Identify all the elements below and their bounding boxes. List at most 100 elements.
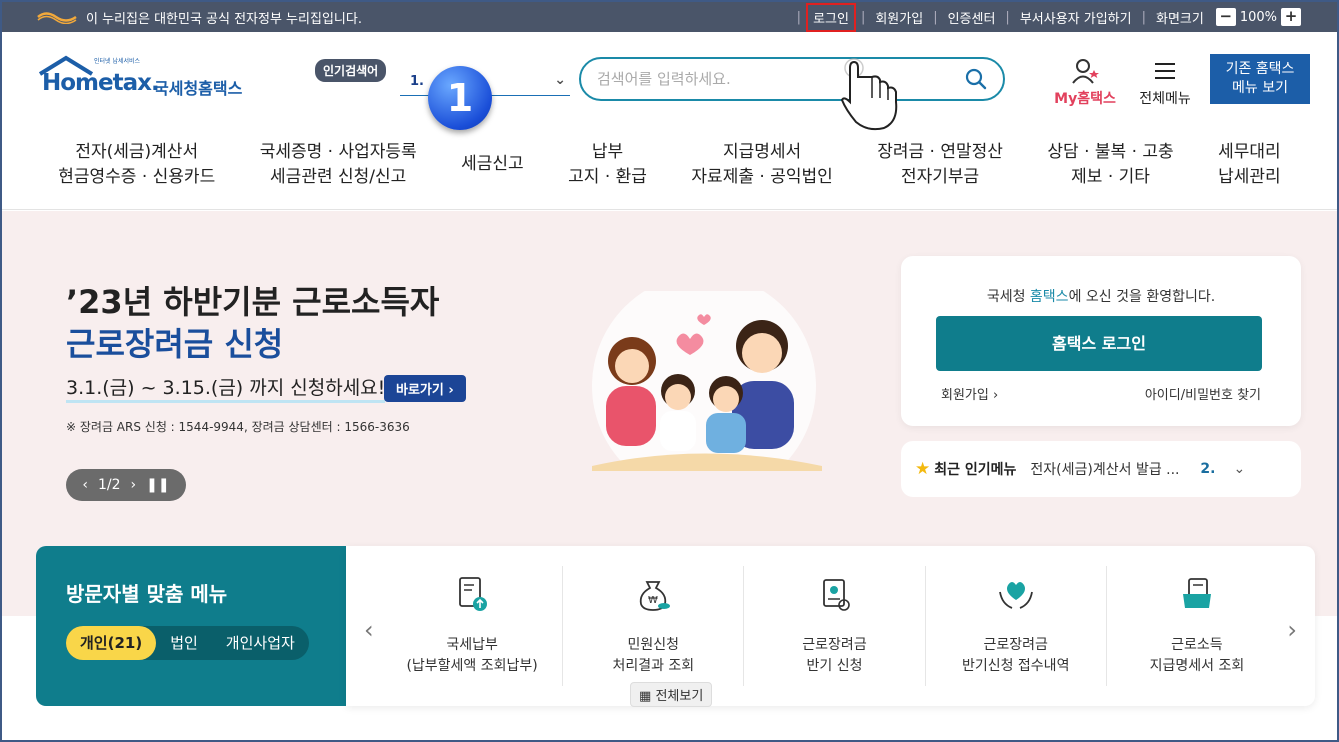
- logo-small-text: 인터넷 납세서비스: [94, 58, 141, 65]
- nav-label: 자료제출 · 공익법인: [691, 167, 833, 187]
- zoom-out-button[interactable]: −: [1215, 8, 1236, 26]
- chevron-down-icon: ⌄: [554, 72, 566, 88]
- quick-menu-panel: ‹ › 국세납부 (납부할세액 조회납부) ₩ 민원신청 처리결과 조회 근로장…: [346, 546, 1315, 707]
- popular-menu-item[interactable]: 전자(세금)계산서 발급 ...: [1030, 459, 1190, 479]
- nav-label: 전자기부금: [900, 167, 980, 187]
- divider: |: [860, 9, 866, 25]
- hometax-login-button[interactable]: 홈택스 로그인: [936, 316, 1262, 371]
- quick-item-label: (납부할세액 조회납부): [406, 658, 538, 674]
- old-home-line1: 기존 홈택스: [1225, 61, 1295, 77]
- all-menu-button[interactable]: 전체메뉴: [1134, 58, 1196, 108]
- zoom-value: 100%: [1239, 9, 1277, 25]
- quick-item-incentive-apply[interactable]: 근로장려금 반기 신청: [744, 566, 926, 686]
- nav-tax-filing[interactable]: 세금신고: [461, 132, 524, 209]
- nav-label: 세금신고: [461, 154, 524, 174]
- popular-menu-title: 최근 인기메뉴: [934, 462, 1017, 478]
- popular-search-label: 인기검색어: [315, 59, 387, 82]
- quick-item-income-statement[interactable]: 근로소득 지급명세서 조회: [1107, 566, 1287, 686]
- zoom-control: − 100% +: [1215, 8, 1301, 26]
- hero-title-line2: 근로장려금 신청: [66, 325, 284, 363]
- certificate-icon: [822, 579, 850, 611]
- quick-item-incentive-status[interactable]: 근로장려금 반기신청 접수내역: [926, 566, 1107, 686]
- nav-label: 제보 · 기타: [1071, 167, 1150, 187]
- welcome-prefix: 국세청: [986, 289, 1030, 305]
- view-all-button[interactable]: ▦ 전체보기: [630, 682, 713, 707]
- quick-item-label: 국세납부: [446, 637, 498, 653]
- grid-icon: ▦: [639, 689, 652, 704]
- hero-note: ※ 장려금 ARS 신청 : 1544-9944, 장려금 상담센터 : 156…: [66, 420, 410, 434]
- old-hometax-menu-button[interactable]: 기존 홈택스 메뉴 보기: [1210, 54, 1310, 104]
- divider: |: [1005, 9, 1010, 25]
- top-cert-center-link[interactable]: 인증센터: [948, 8, 996, 27]
- heart-hands-icon: [998, 582, 1033, 609]
- chevron-right-icon[interactable]: ›: [131, 477, 137, 493]
- visitor-menu-title: 방문자별 맞춤 메뉴: [66, 582, 228, 606]
- screen-size-label: 화면크기: [1155, 11, 1204, 27]
- user-icon: [1072, 59, 1099, 84]
- nav-payment[interactable]: 납부고지 · 환급: [568, 132, 647, 209]
- my-label-prefix: My: [1054, 91, 1078, 107]
- nav-incentive[interactable]: 장려금 · 연말정산 전자기부금: [877, 132, 1003, 209]
- top-dept-user-join-link[interactable]: 부서사용자 가입하기: [1020, 8, 1132, 27]
- tab-individual[interactable]: 개인(21): [66, 626, 157, 660]
- nav-tax-agent[interactable]: 세무대리납세관리: [1218, 132, 1281, 209]
- nav-label: 세금관련 신청/신고: [270, 167, 407, 187]
- all-menu-label: 전체메뉴: [1139, 91, 1191, 107]
- chevron-down-icon[interactable]: ⌄: [1233, 461, 1245, 477]
- quick-item-label: 근로장려금: [802, 637, 867, 653]
- popular-search-value: 1.: [410, 74, 424, 89]
- nav-tax-certificate[interactable]: 국세증명 · 사업자등록세금관련 신청/신고: [260, 132, 417, 209]
- popular-menu-bar: ★ 최근 인기메뉴 전자(세금)계산서 발급 ... 2. ⌄: [901, 441, 1301, 497]
- gov-notice: 이 누리집은 대한민국 공식 전자정부 누리집입니다.: [86, 11, 362, 27]
- chevron-left-icon[interactable]: ‹: [82, 477, 88, 493]
- star-icon: ★: [915, 459, 931, 479]
- nav-label: 세무대리: [1218, 142, 1281, 162]
- step-number-badge: 1: [428, 66, 492, 130]
- folder-document-icon: [1182, 578, 1211, 608]
- search-bar: [579, 57, 1005, 101]
- hero-period: 3.1.(금) ~ 3.15.(금) 까지 신청하세요!: [66, 373, 386, 403]
- carousel-pager: ‹ 1/2 › ❚❚: [66, 469, 186, 501]
- hometax-logo[interactable]: 인터넷 납세서비스 Hometax. 국세청홈택스: [36, 54, 256, 102]
- nav-payment-statement[interactable]: 지급명세서 자료제출 · 공익법인: [691, 132, 832, 209]
- tab-corporation[interactable]: 법인: [156, 626, 212, 660]
- money-bag-icon: ₩: [640, 581, 671, 611]
- nav-e-invoice[interactable]: 전자(세금)계산서 현금영수증 · 신용카드: [58, 132, 215, 209]
- nav-label: 납세관리: [1218, 167, 1281, 187]
- pointer-hand-icon: [840, 58, 898, 131]
- visitor-menu-panel: 방문자별 맞춤 메뉴 개인(21) 법인 개인사업자: [36, 546, 346, 706]
- nav-label: 국세증명 · 사업자등록: [259, 142, 417, 162]
- chevron-right-icon[interactable]: ›: [1287, 616, 1297, 644]
- nav-label: 고지 · 환급: [568, 167, 647, 187]
- quick-item-label: 반기 신청: [806, 658, 863, 674]
- logo-text: Hometax.: [42, 70, 160, 96]
- pause-icon[interactable]: ❚❚: [146, 477, 169, 493]
- divider: |: [796, 9, 802, 25]
- nav-consulting[interactable]: 상담 · 불복 · 고충 제보 · 기타: [1047, 132, 1173, 209]
- hero-go-button[interactable]: 바로가기 ›: [384, 375, 466, 402]
- zoom-in-button[interactable]: +: [1281, 8, 1301, 26]
- nav-label: 전자(세금)계산서: [75, 142, 199, 162]
- search-input[interactable]: [597, 70, 965, 88]
- site-header: 인터넷 납세서비스 Hometax. 국세청홈택스 인기검색어 1. ⌄ 1 M…: [2, 32, 1337, 131]
- quick-item-label: 처리결과 조회: [612, 658, 695, 674]
- popular-menu-next-number: 2.: [1200, 461, 1216, 477]
- tab-sole-proprietor[interactable]: 개인사업자: [212, 626, 309, 660]
- document-upload-icon: [459, 577, 488, 611]
- logo-kr-text: 국세청홈택스: [154, 79, 243, 98]
- join-link[interactable]: 회원가입 ›: [941, 384, 998, 403]
- my-hometax-button[interactable]: My홈택스: [1050, 58, 1120, 108]
- main-navigation: 전자(세금)계산서 현금영수증 · 신용카드 국세증명 · 사업자등록세금관련 신…: [2, 132, 1337, 210]
- quick-item-civil-request[interactable]: ₩ 민원신청 처리결과 조회: [563, 566, 745, 686]
- top-login-link[interactable]: 로그인: [806, 2, 856, 32]
- search-icon[interactable]: [965, 68, 987, 90]
- quick-item-tax-payment[interactable]: 국세납부 (납부할세액 조회납부): [382, 566, 564, 686]
- hamburger-icon: [1155, 63, 1175, 79]
- nav-label: 납부: [591, 142, 624, 162]
- quick-menu-list: 국세납부 (납부할세액 조회납부) ₩ 민원신청 처리결과 조회 근로장려금 반…: [382, 566, 1287, 686]
- find-id-password-link[interactable]: 아이디/비밀번호 찾기: [1145, 384, 1261, 403]
- chevron-left-icon[interactable]: ‹: [364, 616, 374, 644]
- quick-item-label: 민원신청: [627, 637, 680, 653]
- top-join-link[interactable]: 회원가입: [875, 8, 923, 27]
- gov-banner: 이 누리집은 대한민국 공식 전자정부 누리집입니다. | 로그인 | 회원가입…: [2, 2, 1337, 32]
